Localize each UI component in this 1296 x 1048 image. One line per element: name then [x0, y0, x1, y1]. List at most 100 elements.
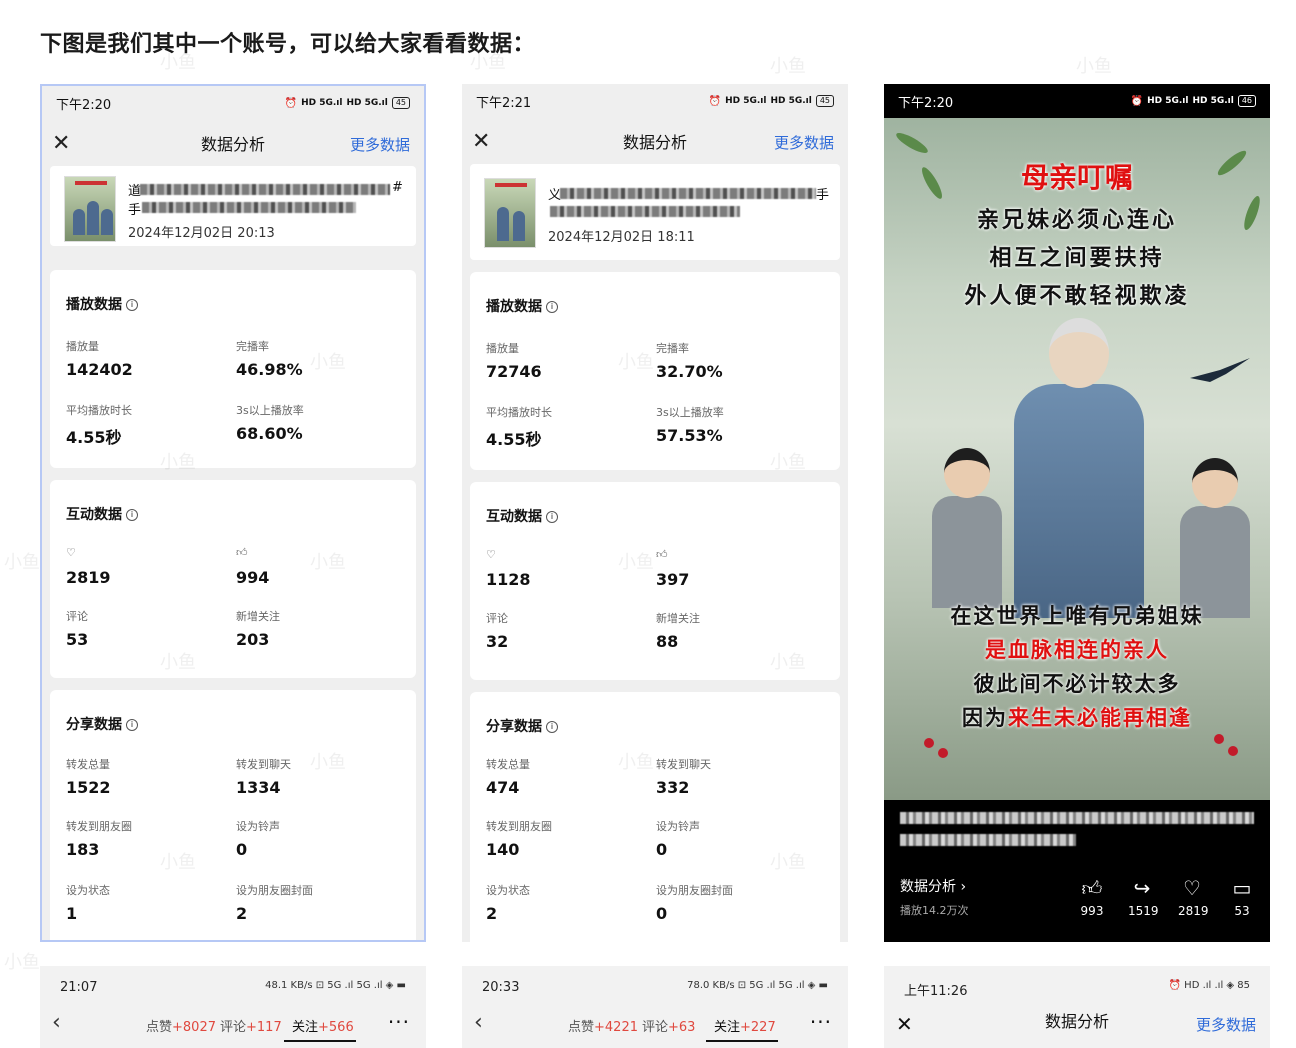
like-button[interactable]: ♡ 2819	[1178, 876, 1209, 918]
metric-likes: ♡ 2819	[66, 546, 111, 587]
video-title-end: #	[392, 180, 403, 195]
status-icons: ⏰ HD .ıl .ıl ◈ 85	[1168, 980, 1250, 991]
nav-bar: ✕ 数据分析 更多数据	[42, 120, 424, 166]
info-icon[interactable]: i	[546, 511, 558, 523]
metric-ringtone: 设为铃声 0	[656, 820, 700, 859]
share-button[interactable]: ↪ 1519	[1128, 876, 1159, 918]
poster-line-7: 彼此间不必计较太多	[973, 672, 1181, 696]
metric-play-count: 播放量 142402	[66, 340, 133, 379]
signal-icon-2: HD 5G.ıl	[770, 96, 812, 106]
swallow-icon	[1190, 358, 1250, 382]
close-icon[interactable]: ✕	[52, 131, 70, 156]
video-card[interactable]: 义 手 2024年12月02日 18:11	[470, 164, 840, 260]
back-icon[interactable]: ‹	[474, 1010, 483, 1035]
status-time: 下午2:21	[476, 95, 532, 111]
blurred-title-2	[142, 202, 356, 213]
phone-screenshot-1: 下午2:20 ⏰ HD 5G.ıl HD 5G.ıl 45 ✕ 数据分析 更多数…	[40, 84, 426, 942]
poster-line-1: 母亲叮嘱	[1020, 161, 1133, 194]
metric-completion: 完播率 46.98%	[236, 340, 303, 379]
bottom-strip-1: 21:07 48.1 KB/s ⊡ 5G .ıl 5G .ıl ◈ ▬ ‹ 点赞…	[40, 966, 426, 1048]
video-date: 2024年12月02日 18:11	[548, 230, 695, 245]
poster-line-2: 亲兄妹必须心连心	[976, 208, 1177, 233]
info-icon[interactable]: i	[126, 509, 138, 521]
metric-cover: 设为朋友圈封面 0	[656, 884, 733, 923]
more-data-link[interactable]: 更多数据	[774, 132, 834, 153]
back-icon[interactable]: ‹	[52, 1010, 61, 1035]
share-icon: ↪	[1133, 876, 1151, 900]
watermark: 小鱼	[4, 952, 40, 973]
metric-share-total: 转发总量 474	[486, 758, 530, 797]
metric-avg-duration: 平均播放时长 4.55秒	[486, 406, 552, 449]
metric-share-chat: 转发到聊天 332	[656, 758, 711, 797]
more-icon[interactable]: ···	[388, 1010, 410, 1034]
more-data-link[interactable]: 更多数据	[350, 134, 410, 155]
status-bar: 下午2:21 ⏰ HD 5G.ıl HD 5G.ıl 45	[462, 84, 848, 118]
status-icons: ⏰ HD 5G.ıl HD 5G.ıl 45	[285, 97, 410, 109]
video-date: 2024年12月02日 20:13	[128, 226, 275, 241]
comment-icon: ▭	[1232, 876, 1252, 900]
battery-icon: 45	[815, 95, 834, 107]
grandmother-figure	[1014, 318, 1144, 618]
video-caption	[900, 812, 1256, 856]
nav-bar: ✕ 数据分析 更多数据	[462, 118, 848, 164]
follow-stat[interactable]: 关注+566	[292, 1016, 354, 1035]
status-bar: 下午2:20 ⏰ HD 5G.ıl HD 5G.ıl 46	[884, 84, 1270, 118]
info-icon[interactable]: i	[546, 721, 558, 733]
status-time: 20:33	[482, 980, 520, 995]
info-icon[interactable]: i	[126, 299, 138, 311]
status-time: 21:07	[60, 980, 98, 995]
likes-stat: 点赞+8027	[146, 1020, 216, 1035]
comment-button[interactable]: ▭ 53	[1228, 876, 1256, 918]
metric-comments: 评论 53	[66, 610, 89, 649]
close-icon[interactable]: ✕	[472, 129, 490, 154]
play-data-card: 播放数据 i 播放量 72746 完播率 32.70% 平均播放时长 4.55秒 3s以…	[470, 272, 840, 470]
active-tab-indicator	[706, 1040, 778, 1042]
metric-ringtone: 设为铃声 0	[236, 820, 280, 859]
thumbs-up-button[interactable]: 👍︎ 993	[1078, 876, 1106, 918]
status-time: 上午11:26	[904, 984, 968, 999]
info-icon[interactable]: i	[546, 301, 558, 313]
play-data-card: 播放数据 i 播放量 142402 完播率 46.98% 平均播放时长 4.55秒 3s…	[50, 270, 416, 468]
signal-icon: HD 5G.ıl	[301, 98, 343, 108]
interaction-data-card: 互动数据 i ♡ 2819 👍︎ 994 评论 53 新增关注 203	[50, 480, 416, 678]
girl-figure	[932, 448, 1002, 608]
more-icon[interactable]: ···	[810, 1010, 832, 1034]
thumbs-up-icon: 👍︎	[1081, 876, 1103, 900]
signal-icon: HD 5G.ıl	[1147, 96, 1189, 106]
metric-likes: ♡ 1128	[486, 548, 531, 589]
poster-line-8: 因为来生未必能再相逢	[962, 706, 1192, 730]
video-poster[interactable]: 母亲叮嘱 亲兄妹必须心连心 相互之间要扶持 外人便不敢轻视欺凌 在这世界上唯有兄…	[884, 118, 1270, 800]
video-thumbnail	[64, 176, 116, 242]
likes-stat: 点赞+4221	[568, 1020, 638, 1035]
poster-line-5: 在这世界上唯有兄弟姐妹	[950, 604, 1204, 628]
action-bar: 👍︎ 993 ↪ 1519 ♡ 2819 ▭ 53	[1078, 876, 1256, 918]
metric-comments: 评论 32	[486, 612, 509, 651]
poster-line-3: 相互之间要扶持	[989, 246, 1165, 271]
video-card[interactable]: 道 # 手 2024年12月02日 20:13	[50, 166, 416, 246]
status-icons: 48.1 KB/s ⊡ 5G .ıl 5G .ıl ◈ ▬	[265, 980, 406, 991]
watermark: 小鱼	[1076, 56, 1112, 77]
page-title: 数据分析	[200, 135, 265, 154]
metric-cover: 设为朋友圈封面 2	[236, 884, 313, 923]
metric-over3s: 3s以上播放率 57.53%	[656, 406, 724, 445]
card-title: 播放数据 i	[66, 294, 138, 314]
bottom-strip-3: 上午11:26 ⏰ HD .ıl .ıl ◈ 85 ✕ 数据分析 更多数据	[884, 966, 1270, 1048]
status-icons: ⏰ HD 5G.ıl HD 5G.ıl 46	[1131, 95, 1256, 107]
follow-stat[interactable]: 关注+227	[714, 1016, 776, 1035]
blurred-title-2	[550, 206, 740, 217]
status-icons: 78.0 KB/s ⊡ 5G .ıl 5G .ıl ◈ ▬	[687, 980, 828, 991]
metric-play-count: 播放量 72746	[486, 342, 542, 381]
video-footer: 数据分析 › 播放14.2万次 👍︎ 993 ↪ 1519 ♡ 2819 ▭ 53	[900, 876, 1256, 918]
phone-screenshot-2: 下午2:21 ⏰ HD 5G.ıl HD 5G.ıl 45 ✕ 数据分析 更多数…	[462, 84, 848, 942]
page-heading: 下图是我们其中一个账号，可以给大家看看数据：	[40, 32, 536, 57]
share-data-card: 分享数据 i 转发总量 474 转发到聊天 332 转发到朋友圈 140 设为铃声 0 设…	[470, 692, 840, 942]
card-title: 分享数据 i	[66, 714, 138, 734]
info-icon[interactable]: i	[126, 719, 138, 731]
video-title-line2: 手	[128, 203, 142, 218]
thumbs-up-icon: 👍︎	[656, 548, 668, 561]
signal-icon-2: HD 5G.ıl	[346, 98, 388, 108]
metric-share-moments: 转发到朋友圈 183	[66, 820, 132, 859]
comments-stat: 评论+117	[220, 1020, 282, 1035]
metric-completion: 完播率 32.70%	[656, 342, 723, 381]
more-data-link[interactable]: 更多数据	[1196, 1014, 1256, 1035]
